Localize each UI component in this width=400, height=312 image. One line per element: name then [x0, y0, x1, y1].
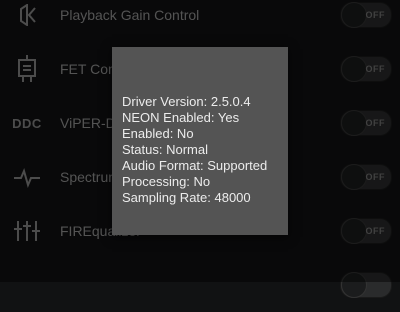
audio-format-line: Audio Format: Supported	[122, 158, 268, 173]
enabled-line: Enabled: No	[122, 126, 194, 141]
neon-enabled-line: NEON Enabled: Yes	[122, 110, 240, 125]
driver-version-line: Driver Version: 2.5.0.4	[122, 94, 251, 109]
sampling-rate-line: Sampling Rate: 48000	[122, 190, 251, 205]
status-line: Status: Normal	[122, 142, 208, 157]
driver-status-text: Driver Version: 2.5.0.4 NEON Enabled: Ye…	[122, 94, 267, 206]
driver-status-dialog: Driver Version: 2.5.0.4 NEON Enabled: Ye…	[112, 47, 288, 235]
processing-line: Processing: No	[122, 174, 211, 189]
